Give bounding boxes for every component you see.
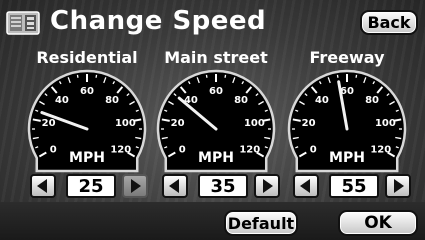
dial-tick: [95, 74, 98, 78]
dial-tick-label: 60: [209, 86, 223, 97]
speedometer-main-street: 020406080100120MPH: [156, 69, 276, 173]
back-button[interactable]: Back: [360, 10, 418, 35]
dial-tick-label: 40: [55, 95, 69, 106]
speed-value-freeway: 55: [329, 174, 379, 198]
dial-tick-label: 100: [244, 118, 265, 129]
increase-button-freeway[interactable]: [385, 174, 411, 198]
speed-value-main-street: 35: [198, 174, 248, 198]
dial-tick-label: 120: [239, 145, 260, 156]
dial-tick-label: 80: [365, 95, 379, 106]
dial-tick-label: 20: [42, 118, 56, 129]
dial-tick-label: 20: [171, 118, 185, 129]
dial-tick-label: 120: [110, 145, 131, 156]
dial-tick-label: 80: [234, 95, 248, 106]
dial-tick-label: 0: [179, 145, 186, 156]
speedometer-freeway: 020406080100120MPH: [287, 69, 407, 173]
increase-button-residential[interactable]: [122, 174, 148, 198]
dial-unit-label: MPH: [329, 150, 365, 166]
right-arrow-icon: [394, 179, 404, 193]
dial-tick-label: 0: [310, 145, 317, 156]
speed-control-residential: 25: [30, 174, 156, 200]
change-speed-screen: Change Speed Back Residential 0 20 40 60 80 1…: [0, 0, 425, 240]
gauge-label-freeway: Freeway: [309, 48, 385, 67]
left-arrow-icon: [169, 179, 179, 193]
dial-tick-label: 60: [80, 86, 94, 97]
page-title: Change Speed: [50, 6, 267, 36]
dial-tick: [205, 74, 208, 78]
dial-tick: [76, 74, 79, 78]
dial-tick-label: 80: [105, 95, 119, 106]
dial-unit-label: MPH: [198, 150, 234, 166]
dial-tick-label: 40: [315, 95, 329, 106]
dial-tick: [32, 118, 41, 122]
dial-tick: [161, 118, 170, 122]
decrease-button-residential[interactable]: [30, 174, 56, 198]
right-arrow-icon: [263, 179, 273, 193]
dial-tick: [292, 118, 301, 122]
dial-tick: [355, 74, 358, 78]
dial-tick-label: 0: [50, 145, 57, 156]
dial-tick-label: 120: [370, 145, 391, 156]
increase-button-main-street[interactable]: [254, 174, 280, 198]
title-bar: Change Speed Back: [0, 0, 425, 44]
right-arrow-icon: [131, 179, 141, 193]
dial-tick: [336, 74, 339, 78]
gauge-label-main-street: Main street: [164, 48, 268, 67]
left-arrow-icon: [300, 179, 310, 193]
speed-value-residential: 25: [66, 174, 116, 198]
ok-button[interactable]: OK: [338, 210, 418, 236]
dial-tick-label: 20: [302, 118, 316, 129]
menu-list-icon[interactable]: [6, 11, 40, 35]
default-button[interactable]: Default: [224, 210, 298, 236]
dial-unit-label: MPH: [69, 150, 105, 166]
gauge-label-residential: Residential: [36, 48, 138, 67]
speed-control-freeway: 55: [293, 174, 419, 200]
dial-tick: [224, 74, 227, 78]
decrease-button-freeway[interactable]: [293, 174, 319, 198]
dial-tick-label: 100: [375, 118, 396, 129]
decrease-button-main-street[interactable]: [162, 174, 188, 198]
dial-tick-label: 100: [115, 118, 136, 129]
left-arrow-icon: [37, 179, 47, 193]
speed-control-main-street: 35: [162, 174, 288, 200]
speedometer-residential: 0 20 40 60 80 100 120 MPH: [27, 69, 147, 173]
